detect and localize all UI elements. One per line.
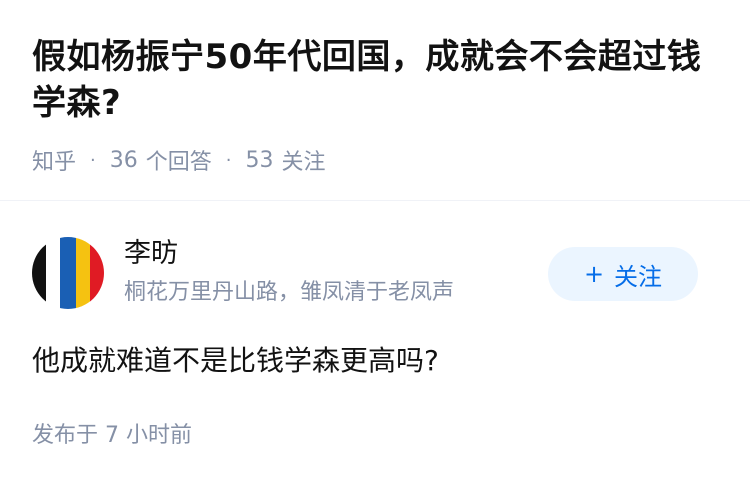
- answers-count: 36: [109, 147, 138, 173]
- avatar-stripe: [32, 237, 46, 309]
- answer-card: 李昉 桐花万里丹山路，雏凤清于老凤声 + 关注 他成就难道不是比钱学森更高吗? …: [0, 201, 750, 490]
- avatar-stripe: [90, 237, 104, 309]
- question-meta: 知乎 · 36 个回答 · 53 关注: [32, 144, 326, 176]
- author-name[interactable]: 李昉: [124, 237, 178, 271]
- follows-count: 53: [245, 147, 274, 173]
- avatar-stripe: [46, 237, 60, 309]
- question-header: 假如杨振宁50年代回国，成就会不会超过钱学森? 知乎 · 36 个回答 · 53…: [0, 0, 750, 200]
- publish-time: 发布于 7 小时前: [32, 423, 192, 448]
- follows-label: 关注: [281, 150, 326, 175]
- question-title[interactable]: 假如杨振宁50年代回国，成就会不会超过钱学森?: [32, 34, 722, 126]
- avatar[interactable]: [32, 237, 104, 309]
- avatar-image: [32, 237, 104, 309]
- meta-separator: ·: [225, 149, 232, 171]
- follow-button-label: 关注: [614, 262, 663, 291]
- author-headline: 桐花万里丹山路，雏凤清于老凤声: [124, 280, 455, 305]
- answer-content[interactable]: 他成就难道不是比钱学森更高吗?: [32, 339, 722, 383]
- site-name[interactable]: 知乎: [32, 144, 76, 176]
- plus-icon: +: [583, 260, 605, 288]
- meta-separator: ·: [90, 149, 96, 171]
- follow-button[interactable]: + 关注: [548, 247, 698, 301]
- avatar-stripe: [60, 237, 76, 309]
- answers-label: 个回答: [145, 150, 212, 175]
- avatar-stripe: [76, 237, 90, 309]
